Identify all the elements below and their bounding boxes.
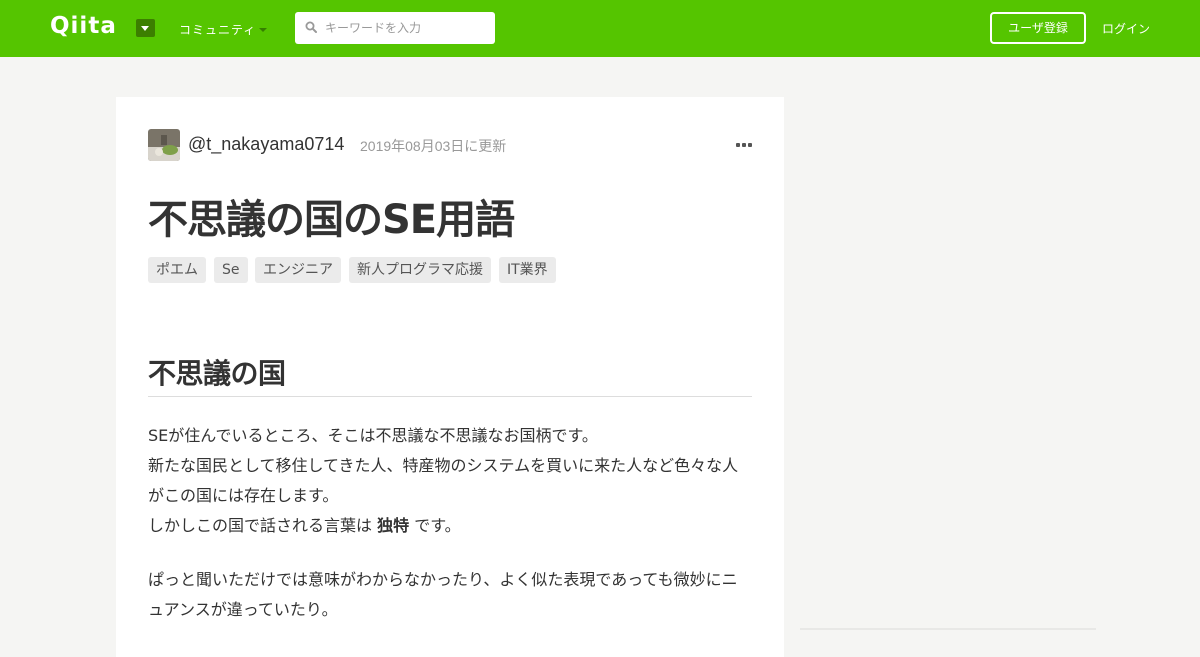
qiita-logo[interactable]: Qiita <box>50 13 117 43</box>
author-username[interactable]: @t_nakayama0714 <box>188 134 344 155</box>
emphasis-text: 独特 <box>377 516 410 535</box>
paragraph-line: SEが住んでいるところ、そこは不思議な不思議なお国柄です。 <box>148 426 598 445</box>
heading-divider <box>148 396 752 397</box>
tag-item[interactable]: IT業界 <box>499 257 556 283</box>
tag-item[interactable]: エンジニア <box>255 257 341 283</box>
paragraph-line: しかしこの国で話される言葉は 独特 です。 <box>148 511 752 541</box>
tag-item[interactable]: 新人プログラマ応援 <box>349 257 491 283</box>
search-icon <box>305 21 317 33</box>
more-options-icon[interactable] <box>736 141 752 149</box>
search-input[interactable] <box>325 12 490 44</box>
community-chevron-down-icon[interactable] <box>259 28 267 32</box>
community-menu[interactable]: コミュニティ <box>179 21 256 38</box>
tag-item[interactable]: Se <box>214 257 248 283</box>
paragraph-line: がこの国には存在します。 <box>148 486 339 505</box>
paragraph: SEが住んでいるところ、そこは不思議な不思議なお国柄です。 新たな国民として移住… <box>148 421 752 541</box>
login-link[interactable]: ログイン <box>1102 20 1150 37</box>
article-title: 不思議の国のSE用語 <box>148 197 515 243</box>
signup-button[interactable]: ユーザ登録 <box>990 12 1086 44</box>
avatar-image <box>148 129 180 161</box>
global-header: Qiita コミュニティ ユーザ登録 ログイン <box>0 0 1200 57</box>
paragraph: ぱっと聞いただけでは意味がわからなかったり、よく似た表現であっても微妙にニ ュア… <box>148 565 752 625</box>
tag-item[interactable]: ポエム <box>148 257 206 283</box>
search-box[interactable] <box>295 12 495 44</box>
line-prefix: しかしこの国で話される言葉は <box>148 516 373 535</box>
paragraph-line: ぱっと聞いただけでは意味がわからなかったり、よく似た表現であっても微妙にニ <box>148 570 738 589</box>
updated-date: 2019年08月03日に更新 <box>360 138 507 154</box>
line-suffix: です。 <box>414 516 461 535</box>
article-card: @t_nakayama0714 2019年08月03日に更新 不思議の国のSE用… <box>116 97 784 657</box>
paragraph-line: 新たな国民として移住してきた人、特産物のシステムを買いに来た人など色々な人 <box>148 456 739 475</box>
paragraph-line: ュアンスが違っていたり。 <box>148 600 338 619</box>
section-heading: 不思議の国 <box>148 357 286 390</box>
logo-menu-caret-icon[interactable] <box>136 19 155 37</box>
author-avatar[interactable] <box>148 129 180 161</box>
